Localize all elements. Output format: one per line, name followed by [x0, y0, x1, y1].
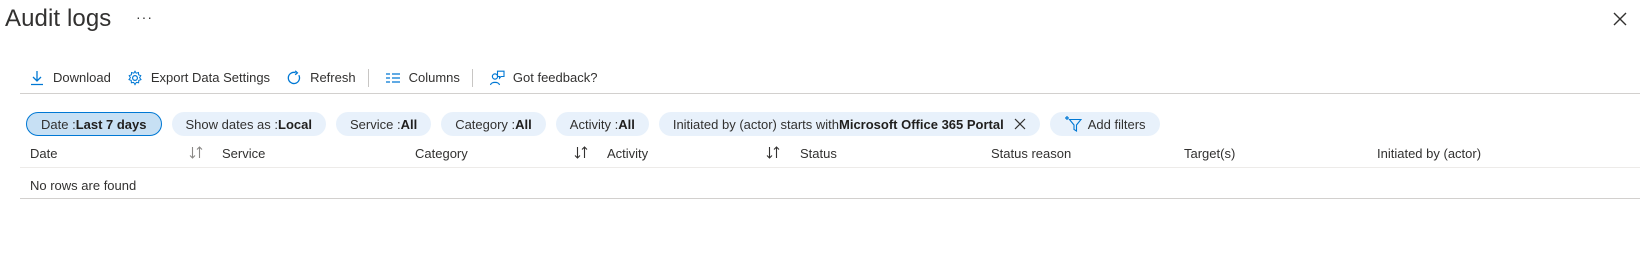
columns-button[interactable]: Columns	[385, 65, 460, 91]
download-button[interactable]: Download	[29, 65, 111, 91]
show-dates-filter-key: Show dates as :	[185, 116, 279, 132]
close-icon[interactable]	[1611, 10, 1629, 28]
page-title: Audit logs	[5, 5, 112, 32]
column-header-status-reason[interactable]: Status reason	[991, 146, 1071, 161]
initiated-by-filter-key: Initiated by (actor) starts with	[672, 116, 839, 132]
service-filter-pill[interactable]: Service : All	[335, 112, 432, 136]
show-dates-filter-pill[interactable]: Show dates as : Local	[171, 112, 326, 136]
column-header-status[interactable]: Status	[800, 146, 837, 161]
initiated-by-filter-pill[interactable]: Initiated by (actor) starts with Microso…	[658, 112, 1040, 136]
column-header-activity[interactable]: Activity	[607, 146, 648, 161]
activity-filter-pill[interactable]: Activity : All	[555, 112, 649, 136]
more-options-button[interactable]: ···	[136, 9, 153, 25]
column-header-date[interactable]: Date	[30, 146, 57, 161]
service-filter-key: Service :	[349, 116, 401, 132]
table-header: Date Service Category Activity Status St…	[20, 140, 1640, 168]
refresh-button[interactable]: Refresh	[286, 65, 356, 91]
column-header-service[interactable]: Service	[222, 146, 265, 161]
category-filter-value: All	[515, 116, 532, 132]
activity-filter-value: All	[618, 116, 635, 132]
sort-icon[interactable]	[573, 145, 589, 161]
gear-icon	[128, 69, 142, 86]
table-bottom-divider	[20, 198, 1640, 199]
date-filter-pill[interactable]: Date : Last 7 days	[26, 112, 162, 136]
columns-icon	[385, 72, 400, 83]
sort-icon[interactable]	[765, 145, 781, 161]
activity-filter-key: Activity :	[569, 116, 619, 132]
export-data-settings-button[interactable]: Export Data Settings	[127, 65, 270, 91]
add-filter-icon	[1064, 116, 1082, 132]
toolbar-divider	[367, 68, 369, 87]
refresh-label: Refresh	[310, 70, 356, 85]
feedback-button[interactable]: Got feedback?	[489, 65, 598, 91]
column-header-category[interactable]: Category	[415, 146, 468, 161]
feedback-icon	[489, 70, 505, 85]
date-filter-key: Date :	[41, 116, 76, 132]
audit-logs-blade: Audit logs ··· Download Export Data Sett…	[0, 0, 1644, 264]
filter-pills: Date : Last 7 days Show dates as : Local…	[26, 112, 1160, 136]
show-dates-filter-value: Local	[278, 116, 312, 132]
add-filters-button[interactable]: Add filters	[1049, 112, 1160, 136]
command-bar: Download Export Data Settings Refresh Co…	[20, 64, 1640, 94]
sort-icon[interactable]	[188, 145, 204, 161]
toolbar-divider	[471, 68, 473, 87]
export-data-settings-label: Export Data Settings	[150, 70, 271, 85]
column-header-targets[interactable]: Target(s)	[1184, 146, 1235, 161]
download-icon	[31, 70, 43, 85]
initiated-by-filter-value: Microsoft Office 365 Portal	[839, 116, 1004, 132]
service-filter-value: All	[400, 116, 418, 132]
feedback-label: Got feedback?	[512, 70, 598, 85]
category-filter-pill[interactable]: Category : All	[441, 112, 546, 136]
download-label: Download	[53, 70, 111, 85]
columns-label: Columns	[408, 70, 460, 85]
column-header-initiated-by[interactable]: Initiated by (actor)	[1377, 146, 1481, 161]
add-filters-label: Add filters	[1087, 116, 1146, 132]
refresh-icon	[287, 69, 301, 84]
empty-table-message: No rows are found	[30, 178, 137, 193]
remove-filter-icon[interactable]	[1014, 118, 1026, 130]
category-filter-key: Category :	[455, 116, 516, 132]
date-filter-value: Last 7 days	[75, 116, 147, 132]
